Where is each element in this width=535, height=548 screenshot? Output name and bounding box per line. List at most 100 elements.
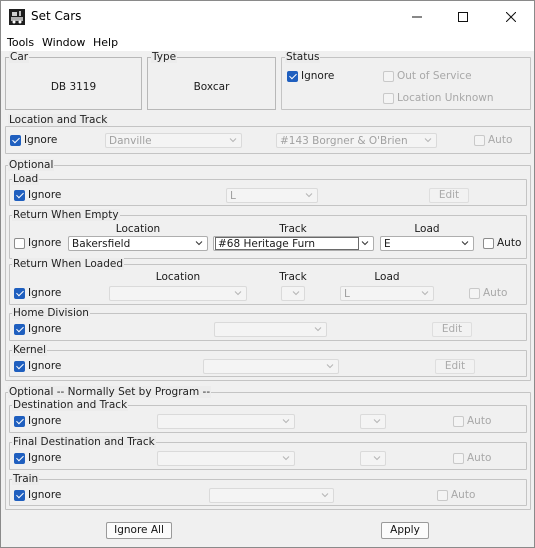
menu-tools[interactable]: Tools <box>7 36 34 49</box>
return-empty-auto-label: Auto <box>497 237 522 249</box>
chevron-down-icon <box>373 456 381 461</box>
return-empty-load-header: Load <box>414 223 440 235</box>
location-track-legend: Location and Track <box>8 114 109 126</box>
return-empty-track-select[interactable]: #68 Heritage Furn <box>213 236 374 251</box>
out-of-service-label: Out of Service <box>397 70 472 82</box>
return-empty-track-value: #68 Heritage Furn <box>218 238 316 250</box>
destination-ignore-checkbox[interactable] <box>14 416 25 427</box>
destination-location-select[interactable] <box>157 414 295 429</box>
home-division-ignore-checkbox[interactable] <box>14 324 25 335</box>
location-track-group <box>5 126 531 154</box>
load-select[interactable]: L <box>226 188 318 203</box>
train-ignore-label: Ignore <box>28 489 62 501</box>
return-loaded-auto-checkbox[interactable] <box>469 288 480 299</box>
minimize-icon <box>412 16 422 18</box>
return-empty-legend: Return When Empty <box>12 209 120 221</box>
return-loaded-ignore-label: Ignore <box>28 287 62 299</box>
final-destination-legend: Final Destination and Track <box>12 436 156 448</box>
chevron-down-icon <box>314 327 322 332</box>
final-destination-auto-label: Auto <box>467 452 492 464</box>
return-loaded-ignore-checkbox[interactable] <box>14 288 25 299</box>
return-empty-ignore-label: Ignore <box>28 237 62 249</box>
status-legend: Status <box>285 51 321 63</box>
return-empty-track-field[interactable]: #68 Heritage Furn <box>215 237 359 250</box>
final-destination-ignore-label: Ignore <box>28 452 62 464</box>
ignore-all-button[interactable]: Ignore All <box>106 522 172 539</box>
final-destination-auto-checkbox[interactable] <box>453 453 464 464</box>
chevron-down-icon <box>461 241 469 246</box>
return-empty-ignore-checkbox[interactable] <box>14 238 25 249</box>
title-bar: Set Cars <box>1 1 534 33</box>
close-button[interactable] <box>488 1 534 33</box>
train-auto-label: Auto <box>451 489 476 501</box>
return-loaded-track-header: Track <box>279 271 307 283</box>
chevron-down-icon <box>361 241 369 246</box>
return-loaded-group <box>9 264 527 305</box>
load-edit-button[interactable]: Edit <box>429 188 469 203</box>
type-value: Boxcar <box>193 81 230 93</box>
return-loaded-load-header: Load <box>374 271 400 283</box>
kernel-select[interactable] <box>203 359 339 374</box>
load-ignore-checkbox[interactable] <box>14 190 25 201</box>
maximize-button[interactable] <box>440 1 486 33</box>
chevron-down-icon <box>424 138 432 143</box>
return-empty-track-header: Track <box>279 223 307 235</box>
final-destination-location-select[interactable] <box>157 451 295 466</box>
kernel-legend: Kernel <box>12 344 47 356</box>
chevron-down-icon <box>234 291 242 296</box>
kernel-ignore-label: Ignore <box>28 360 62 372</box>
return-loaded-track-select[interactable] <box>281 286 305 301</box>
location-auto-checkbox[interactable] <box>474 135 485 146</box>
train-ignore-checkbox[interactable] <box>14 490 25 501</box>
destination-auto-checkbox[interactable] <box>453 416 464 427</box>
train-legend: Train <box>12 473 40 485</box>
chevron-down-icon <box>321 493 329 498</box>
chevron-down-icon <box>229 138 237 143</box>
home-division-edit-button[interactable]: Edit <box>432 322 472 337</box>
destination-auto-label: Auto <box>467 415 492 427</box>
return-loaded-load-select[interactable]: L <box>340 286 434 301</box>
app-train-icon <box>9 9 25 25</box>
track-select-value: #143 Borgner & O'Brien <box>280 135 408 147</box>
out-of-service-checkbox[interactable] <box>383 71 394 82</box>
kernel-edit-button[interactable]: Edit <box>435 359 475 374</box>
destination-track-select[interactable] <box>360 414 386 429</box>
return-loaded-location-select[interactable] <box>109 286 247 301</box>
return-empty-location-header: Location <box>115 223 161 235</box>
location-unknown-label: Location Unknown <box>397 92 494 104</box>
location-ignore-checkbox[interactable] <box>10 135 21 146</box>
chevron-down-icon <box>292 291 300 296</box>
menu-window[interactable]: Window <box>42 36 85 49</box>
train-select[interactable] <box>209 488 334 503</box>
chevron-down-icon <box>282 456 290 461</box>
home-division-select[interactable] <box>214 322 327 337</box>
location-select-value: Danville <box>109 135 152 147</box>
kernel-ignore-checkbox[interactable] <box>14 361 25 372</box>
return-empty-load-value: E <box>384 238 391 250</box>
minimize-button[interactable] <box>394 1 440 33</box>
return-empty-auto-checkbox[interactable] <box>483 238 494 249</box>
apply-button[interactable]: Apply <box>381 522 429 539</box>
return-empty-location-select[interactable]: Bakersfield <box>68 236 208 251</box>
load-legend: Load <box>12 173 40 185</box>
train-auto-checkbox[interactable] <box>437 490 448 501</box>
optional-legend: Optional <box>8 159 55 171</box>
track-select[interactable]: #143 Borgner & O'Brien <box>276 133 437 148</box>
final-destination-ignore-checkbox[interactable] <box>14 453 25 464</box>
window-title: Set Cars <box>31 9 82 23</box>
location-select[interactable]: Danville <box>105 133 242 148</box>
status-ignore-checkbox[interactable] <box>287 71 298 82</box>
destination-ignore-label: Ignore <box>28 415 62 427</box>
return-empty-load-select[interactable]: E <box>380 236 474 251</box>
final-destination-track-select[interactable] <box>360 451 386 466</box>
location-ignore-label: Ignore <box>24 134 58 146</box>
location-auto-label: Auto <box>488 134 513 146</box>
menu-help[interactable]: Help <box>93 36 118 49</box>
return-loaded-location-header: Location <box>155 271 201 283</box>
chevron-down-icon <box>282 419 290 424</box>
location-unknown-checkbox[interactable] <box>383 93 394 104</box>
maximize-icon <box>458 12 468 22</box>
car-legend: Car <box>9 51 30 63</box>
home-division-legend: Home Division <box>12 307 90 319</box>
chevron-down-icon <box>305 193 313 198</box>
